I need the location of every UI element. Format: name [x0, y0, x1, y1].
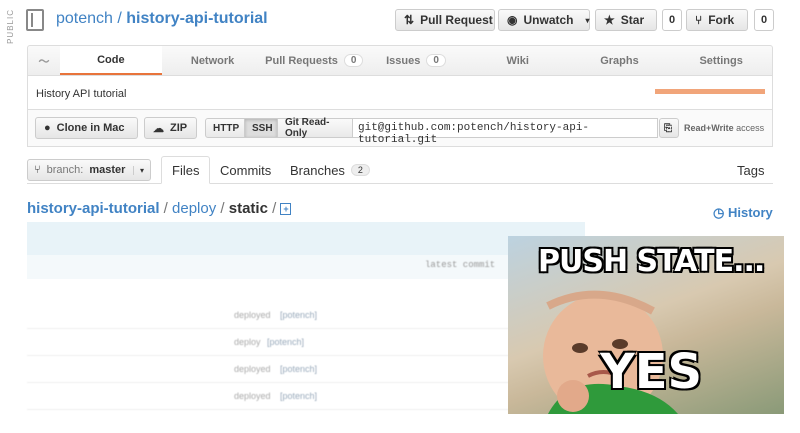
commit-message: deployed [234, 391, 271, 401]
fork-icon: ⑂ [695, 13, 703, 27]
eye-icon: ◉ [507, 13, 518, 27]
new-file-icon[interactable]: + [280, 203, 292, 216]
pull-request-icon: ⇅ [404, 13, 415, 27]
title-separator: / [112, 10, 127, 27]
pull-request-button[interactable]: ⇅ Pull Request [395, 9, 495, 31]
cloud-download-icon: ☁ [153, 122, 164, 135]
tab-count: 2 [350, 164, 370, 176]
history-label: History [727, 205, 773, 220]
tab-label: Issues [386, 54, 421, 67]
file-tabs-rule [27, 183, 773, 184]
branch-name: master [89, 164, 126, 176]
access-suffix: access [733, 123, 765, 133]
branch-prefix: branch: [46, 164, 84, 176]
tab-label: Branches [290, 162, 345, 178]
latest-commit-label: latest commit [425, 260, 496, 270]
success-kid-meme: PUSH STATE... YES [508, 236, 784, 414]
zip-label: ZIP [170, 122, 188, 134]
fork-button[interactable]: ⑂ Fork [686, 9, 748, 31]
star-button[interactable]: ★ Star [595, 9, 657, 31]
table-row[interactable]: deployed [potench] [27, 356, 585, 383]
history-link[interactable]: ◷ History [713, 205, 773, 221]
breadcrumb-sep: / [267, 200, 281, 217]
access-level: Read+Write [684, 123, 734, 133]
tab-label: Pull Requests [265, 54, 338, 67]
clone-mac-label: Clone in Mac [56, 122, 125, 134]
tab-label: Code [97, 53, 125, 66]
tab-label: Commits [220, 162, 272, 178]
file-table-header [27, 222, 585, 255]
fork-count[interactable]: 0 [754, 9, 774, 31]
breadcrumb-sep: / [159, 200, 173, 217]
star-count[interactable]: 0 [662, 9, 682, 31]
commit-author[interactable]: [potench] [280, 364, 317, 374]
tab-tags[interactable]: Tags [737, 156, 764, 184]
table-row[interactable]: deploy [potench] [27, 329, 585, 356]
branch-selector[interactable]: ⑂ branch: master ▾ [27, 159, 151, 181]
commit-author[interactable]: [potench] [267, 337, 304, 347]
meme-top-text: PUSH STATE... [538, 244, 765, 279]
tab-commits[interactable]: Commits [220, 156, 271, 184]
apple-icon: ● [44, 122, 51, 134]
star-icon: ★ [604, 13, 615, 27]
public-label: PUBLIC [6, 9, 15, 44]
chevron-down-icon: ▾ [585, 15, 590, 25]
tab-pull-requests[interactable]: Pull Requests 0 [263, 46, 365, 75]
breadcrumb-current: static [228, 200, 268, 217]
breadcrumb-dir[interactable]: deploy [172, 200, 216, 217]
fork-label: Fork [708, 13, 735, 27]
repo-title: potench / history-api-tutorial [56, 10, 268, 28]
tab-label: Graphs [600, 54, 639, 67]
unwatch-button[interactable]: ◉ Unwatch ▾ [498, 9, 590, 31]
branch-icon: ⑂ [34, 164, 41, 176]
history-icon: ◷ [713, 205, 725, 220]
file-table-subheader: latest commit [27, 255, 585, 279]
language-bar[interactable] [655, 89, 765, 94]
tab-network[interactable]: Network [162, 46, 264, 75]
repo-nav-tabs: 〜 Code Network Pull Requests 0 Issues 0 Wi… [27, 45, 773, 76]
tab-label: Tags [737, 162, 765, 178]
tab-label: Settings [699, 54, 743, 67]
repo-link[interactable]: history-api-tutorial [126, 10, 267, 27]
breadcrumb-sep: / [216, 200, 229, 217]
breadcrumb: history-api-tutorial / deploy / static /… [27, 200, 292, 217]
star-label: Star [620, 13, 645, 27]
repo-icon [26, 9, 44, 31]
owner-link[interactable]: potench [56, 10, 113, 27]
clone-in-mac-button[interactable]: ● Clone in Mac [35, 117, 138, 139]
zip-button[interactable]: ☁ ZIP [144, 117, 197, 139]
tab-settings[interactable]: Settings [670, 46, 772, 75]
tab-count: 0 [343, 54, 364, 67]
commit-message: deploy [234, 337, 261, 347]
table-row[interactable]: deployed [potench] [27, 302, 585, 329]
chevron-down-icon: ▾ [132, 165, 144, 175]
tab-label: Files [172, 162, 200, 178]
https-toggle[interactable]: HTTP [205, 118, 245, 138]
commit-message: deployed [234, 310, 271, 320]
table-row[interactable]: deployed [potench] [27, 383, 585, 410]
tab-code[interactable]: Code [60, 46, 162, 75]
pull-request-label: Pull Request [420, 13, 493, 27]
tab-graphs[interactable]: Graphs [569, 46, 671, 75]
pulse-icon[interactable]: 〜 [28, 46, 60, 75]
tab-count: 0 [426, 54, 446, 67]
tab-wiki[interactable]: Wiki [467, 46, 569, 75]
tab-label: Network [190, 54, 235, 67]
tab-issues[interactable]: Issues 0 [365, 46, 467, 75]
commit-author[interactable]: [potench] [280, 391, 317, 401]
access-note: Read+Write access [684, 123, 764, 133]
tab-label: Wiki [506, 54, 529, 67]
ssh-toggle[interactable]: SSH [244, 118, 278, 138]
commit-author[interactable]: [potench] [280, 310, 317, 320]
clone-url-input[interactable]: git@github.com:potench/history-api-tutor… [352, 118, 658, 146]
commit-message: deployed [234, 364, 271, 374]
meme-bottom-text: YES [600, 344, 703, 400]
git-readonly-toggle[interactable]: Git Read-Only [277, 117, 353, 139]
tab-files[interactable]: Files [161, 156, 211, 184]
unwatch-label: Unwatch [523, 13, 574, 27]
breadcrumb-root[interactable]: history-api-tutorial [27, 200, 160, 217]
clipboard-icon[interactable]: ⎘ [659, 118, 679, 138]
tab-branches[interactable]: Branches 2 [290, 156, 370, 184]
